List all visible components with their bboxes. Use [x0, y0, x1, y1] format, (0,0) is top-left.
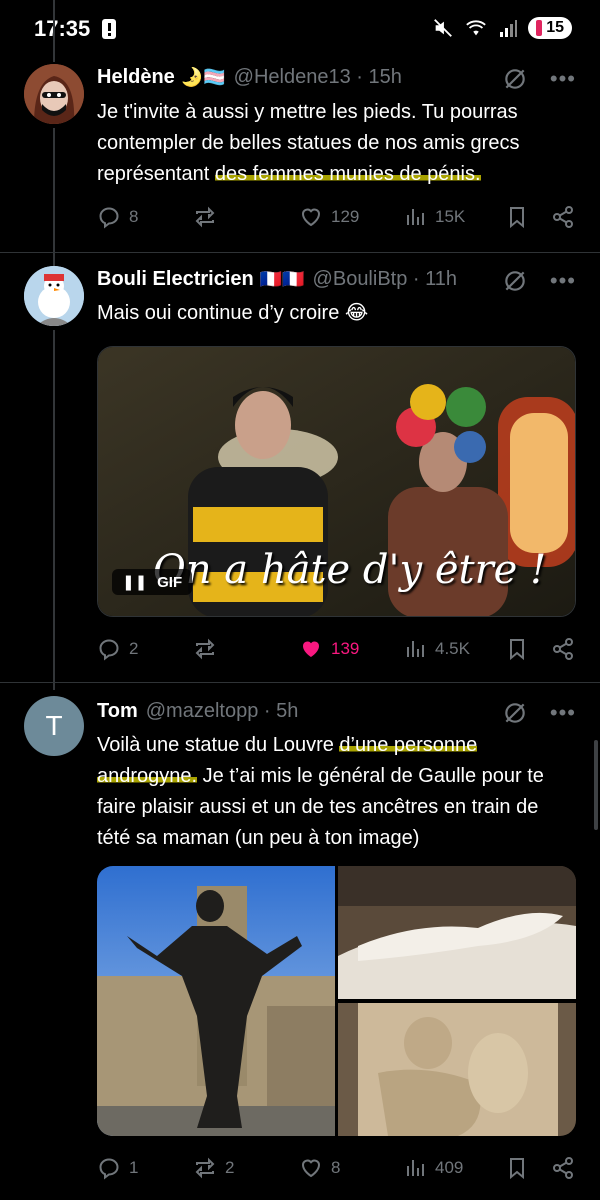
like-button[interactable]: 139: [299, 637, 359, 661]
scrollbar[interactable]: [594, 740, 598, 830]
author-handle[interactable]: @BouliBtp · 11h: [313, 268, 457, 291]
views-button[interactable]: 4.5K: [403, 637, 470, 661]
reply-button[interactable]: 2: [97, 637, 138, 661]
photo-de-gaulle-statue[interactable]: [97, 866, 335, 1136]
like-button[interactable]: 8: [299, 1156, 340, 1180]
share-icon: [553, 638, 573, 660]
tweet-heldene[interactable]: Heldène 🌛🏳️‍⚧️ @Heldene13 · 15h ••• Je t…: [0, 0, 600, 250]
views-count: 15K: [435, 207, 466, 226]
share-button[interactable]: [551, 1156, 575, 1180]
tweet-actions: 2 139 4.5K: [97, 634, 577, 664]
more-icon[interactable]: •••: [550, 68, 576, 90]
bookmark-button[interactable]: [505, 637, 529, 661]
gif-badge[interactable]: ❚❚ GIF: [112, 569, 193, 595]
author-badge-emoji: 🌛🏳️‍⚧️: [180, 67, 226, 87]
grok-icon[interactable]: [502, 700, 528, 726]
avatar[interactable]: T: [24, 696, 84, 756]
like-icon: [301, 1159, 321, 1178]
like-icon: [303, 641, 319, 657]
highlighted-text: des femmes munies de pénis.: [214, 163, 481, 185]
photo-hermaphrodite-statue[interactable]: [338, 866, 576, 999]
avatar-image: [24, 64, 84, 124]
bookmark-icon: [510, 639, 524, 661]
reply-button[interactable]: 8: [97, 205, 138, 229]
views-icon: [407, 1160, 424, 1176]
image-grid[interactable]: [97, 866, 576, 1136]
grok-icon[interactable]: [502, 66, 528, 92]
gif-caption: On a hâte d'y être !: [153, 547, 547, 593]
grok-icon[interactable]: [502, 268, 528, 294]
author-name[interactable]: Heldène: [97, 66, 175, 89]
reply-icon: [99, 639, 119, 661]
views-button[interactable]: 15K: [403, 205, 465, 229]
reply-count: 2: [129, 639, 139, 658]
reply-icon: [99, 1158, 119, 1180]
reply-count: 1: [129, 1158, 139, 1177]
bookmark-button[interactable]: [505, 1156, 529, 1180]
bookmark-button[interactable]: [505, 205, 529, 229]
author-name[interactable]: Bouli Electricien: [97, 268, 254, 291]
tweet-text: Je t'invite à aussi y mettre les pieds. …: [97, 101, 520, 185]
bookmark-icon: [510, 1158, 524, 1180]
share-button[interactable]: [551, 205, 575, 229]
retweet-button[interactable]: [193, 205, 225, 229]
retweet-button[interactable]: 2: [193, 1156, 234, 1180]
bookmark-icon: [510, 207, 524, 229]
tweet-text: Voilà une statue du Louvre d’une personn…: [97, 734, 544, 849]
views-count: 4.5K: [435, 639, 470, 658]
retweet-icon: [195, 638, 215, 660]
more-icon[interactable]: •••: [550, 702, 576, 724]
gif-label: GIF: [157, 573, 183, 591]
pause-icon[interactable]: ❚❚: [122, 573, 147, 591]
like-count: 8: [331, 1158, 341, 1177]
tweet-actions: 8 129 15K: [97, 202, 577, 232]
like-count: 129: [331, 207, 360, 226]
views-count: 409: [435, 1158, 464, 1177]
retweet-icon: [195, 206, 215, 228]
like-icon: [301, 208, 321, 227]
gif-media[interactable]: On a hâte d'y être ! ❚❚ GIF: [97, 346, 576, 617]
reply-icon: [99, 207, 119, 229]
photo-nursing-statue[interactable]: [338, 1003, 576, 1136]
tweet-text: Mais oui continue d’y croire 😂: [97, 302, 369, 324]
views-button[interactable]: 409: [403, 1156, 463, 1180]
retweet-button[interactable]: [193, 637, 225, 661]
views-icon: [407, 209, 424, 225]
like-button[interactable]: 129: [299, 205, 359, 229]
views-icon: [407, 641, 424, 657]
share-button[interactable]: [551, 637, 575, 661]
avatar-image: [24, 266, 84, 326]
avatar-letter: T: [45, 710, 63, 741]
share-icon: [553, 206, 573, 228]
retweet-icon: [195, 1157, 215, 1179]
reply-button[interactable]: 1: [97, 1156, 138, 1180]
retweet-count: 2: [225, 1158, 235, 1177]
author-handle[interactable]: @mazeltopp · 5h: [146, 700, 299, 723]
share-icon: [553, 1157, 573, 1179]
like-count: 139: [331, 639, 360, 658]
more-icon[interactable]: •••: [550, 270, 576, 292]
avatar[interactable]: [24, 64, 84, 124]
author-handle[interactable]: @Heldene13 · 15h: [234, 66, 402, 89]
author-name[interactable]: Tom: [97, 700, 138, 723]
reply-count: 8: [129, 207, 139, 226]
tweet-actions: 1 2 8 409: [97, 1153, 577, 1183]
avatar[interactable]: [24, 266, 84, 326]
author-badge-emoji: 🇫🇷🇫🇷: [259, 269, 305, 289]
